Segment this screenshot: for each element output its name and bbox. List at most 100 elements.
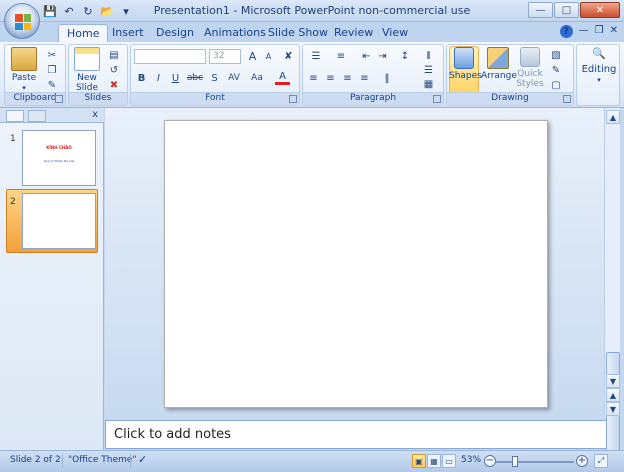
restore-window-icon[interactable]: ❐ [595, 25, 604, 38]
slide-thumbnail-1[interactable]: KÍNH CHÀO Quý Vị Thăm Dự Lớp [22, 130, 96, 186]
shape-fill-icon[interactable]: ▧ [549, 48, 563, 62]
font-color-button[interactable]: A [275, 71, 290, 85]
justify-icon[interactable]: ≡ [357, 71, 372, 85]
help-icon[interactable]: ? [559, 25, 573, 38]
minimize-ribbon-icon[interactable]: — [579, 25, 589, 38]
tab-review[interactable]: Review [326, 24, 381, 42]
arrange-button[interactable]: Arrange [481, 47, 517, 81]
slide-show-icon[interactable]: ▭ [442, 454, 456, 468]
shrink-font-button[interactable]: A [261, 49, 276, 63]
zoom-in-button[interactable]: + [576, 455, 588, 467]
italic-button[interactable]: I [151, 71, 166, 85]
copy-icon[interactable]: ❐ [45, 63, 59, 77]
minimize-button[interactable]: — [528, 2, 553, 18]
drawing-group-label: Drawing [447, 92, 573, 105]
editing-dropdown-icon: ▾ [597, 76, 601, 84]
paragraph-launcher-icon[interactable] [433, 95, 441, 103]
zoom-slider-track[interactable] [496, 461, 574, 463]
maximize-button[interactable]: □ [554, 2, 579, 18]
change-case-button[interactable]: Aa [247, 71, 267, 85]
font-launcher-icon[interactable] [289, 95, 297, 103]
clear-formatting-icon[interactable]: ✘ [281, 49, 296, 63]
paste-button[interactable]: Paste ▾ [9, 47, 39, 93]
slide-number-2: 2 [10, 197, 16, 207]
vertical-scrollbar[interactable]: ▲ ▼ ▲ ▼ [604, 108, 620, 472]
quick-styles-button[interactable]: Quick Styles [515, 47, 545, 89]
tab-home[interactable]: Home [58, 24, 109, 42]
clipboard-launcher-icon[interactable] [55, 95, 63, 103]
shape-outline-icon[interactable]: ✎ [549, 63, 563, 77]
tab-insert[interactable]: Insert [104, 24, 152, 42]
reset-icon[interactable]: ↺ [107, 63, 121, 77]
close-document-icon[interactable]: ✕ [610, 25, 618, 38]
panel-tabs: x [0, 108, 104, 123]
align-right-icon[interactable]: ≡ [340, 71, 355, 85]
current-slide[interactable] [164, 120, 548, 408]
layout-icon[interactable]: ▤ [107, 48, 121, 62]
smartart-icon[interactable]: ▦ [421, 77, 436, 91]
normal-view-icon[interactable]: ▣ [412, 454, 426, 468]
tab-design[interactable]: Design [148, 24, 202, 42]
bold-button[interactable]: B [134, 71, 149, 85]
character-spacing-button[interactable]: AV [223, 71, 245, 85]
drawing-group: Shapes Arrange Quick Styles ▧ ✎ ▢ Drawin… [446, 44, 574, 106]
scroll-up-icon[interactable]: ▲ [606, 110, 620, 124]
columns-icon[interactable]: ‖ [377, 71, 397, 85]
text-direction-icon[interactable]: ⫴ [421, 49, 436, 63]
editing-button[interactable]: 🔍 Editing ▾ [578, 48, 620, 85]
fit-to-window-icon[interactable]: ⤢ [594, 454, 608, 468]
slides-group-label: Slides [69, 92, 127, 105]
numbering-icon[interactable]: ≡ [331, 49, 351, 63]
align-center-icon[interactable]: ≡ [323, 71, 338, 85]
theme-name: "Office Theme" [68, 455, 137, 465]
thumb-title: KÍNH CHÀO [46, 145, 72, 150]
title-bar: 💾 ↶ ↻ 📂 ▾ Presentation1 - Microsoft Powe… [0, 0, 624, 22]
line-spacing-icon[interactable]: ↕ [395, 49, 415, 63]
shapes-button[interactable]: Shapes [449, 47, 482, 81]
spell-check-icon[interactable]: ✓ [138, 453, 147, 466]
tab-view[interactable]: View [374, 24, 416, 42]
slide-thumbnail-2[interactable] [22, 193, 96, 249]
zoom-level[interactable]: 53% [461, 455, 481, 465]
font-size-combo[interactable]: 32 [209, 49, 241, 64]
cut-icon[interactable]: ✂ [45, 48, 59, 62]
delete-slide-icon[interactable]: ✖ [107, 78, 121, 92]
ribbon: Paste ▾ ✂ ❐ ✎ Clipboard New Slide ▤ ↺ ✖ … [0, 42, 624, 108]
previous-slide-icon[interactable]: ▲ [606, 388, 620, 402]
tab-slide-show[interactable]: Slide Show [260, 24, 336, 42]
slides-panel: x 1 KÍNH CHÀO Quý Vị Thăm Dự Lớp 2 [0, 108, 104, 450]
outline-tab[interactable] [28, 110, 46, 122]
zoom-slider-thumb[interactable] [512, 456, 518, 467]
scroll-down-icon[interactable]: ▼ [606, 374, 620, 388]
strikethrough-button[interactable]: abc [185, 71, 205, 85]
underline-button[interactable]: U [168, 71, 183, 85]
office-button[interactable] [4, 3, 40, 39]
slides-tab[interactable] [6, 110, 24, 122]
window-controls: — □ ✕ [528, 2, 620, 18]
bullets-icon[interactable]: ☰ [306, 49, 326, 63]
notes-pane[interactable]: Click to add notes [105, 420, 607, 449]
status-bar: Slide 2 of 2 "Office Theme" ✓ ▣ ▦ ▭ 53% … [0, 450, 624, 472]
text-shadow-button[interactable]: S [207, 71, 222, 85]
editing-group: 🔍 Editing ▾ [576, 44, 620, 106]
slide-sorter-icon[interactable]: ▦ [427, 454, 441, 468]
new-slide-icon [74, 47, 100, 71]
shape-effects-icon[interactable]: ▢ [549, 78, 563, 92]
align-left-icon[interactable]: ≡ [306, 71, 321, 85]
align-text-icon[interactable]: ☰ [421, 63, 436, 77]
new-slide-button[interactable]: New Slide [71, 47, 103, 93]
next-slide-icon[interactable]: ▼ [606, 402, 620, 416]
close-panel-icon[interactable]: x [92, 109, 98, 120]
shapes-icon [454, 47, 474, 69]
grow-font-button[interactable]: A [245, 49, 260, 63]
decrease-indent-icon[interactable]: ⇤ [359, 49, 374, 63]
slide-counter: Slide 2 of 2 [10, 455, 61, 465]
font-name-combo[interactable] [134, 49, 206, 64]
close-button[interactable]: ✕ [580, 2, 620, 18]
status-separator [130, 454, 131, 468]
zoom-out-button[interactable]: − [484, 455, 496, 467]
drawing-launcher-icon[interactable] [563, 95, 571, 103]
increase-indent-icon[interactable]: ⇥ [375, 49, 390, 63]
format-painter-icon[interactable]: ✎ [45, 78, 59, 92]
paste-icon [11, 47, 37, 71]
